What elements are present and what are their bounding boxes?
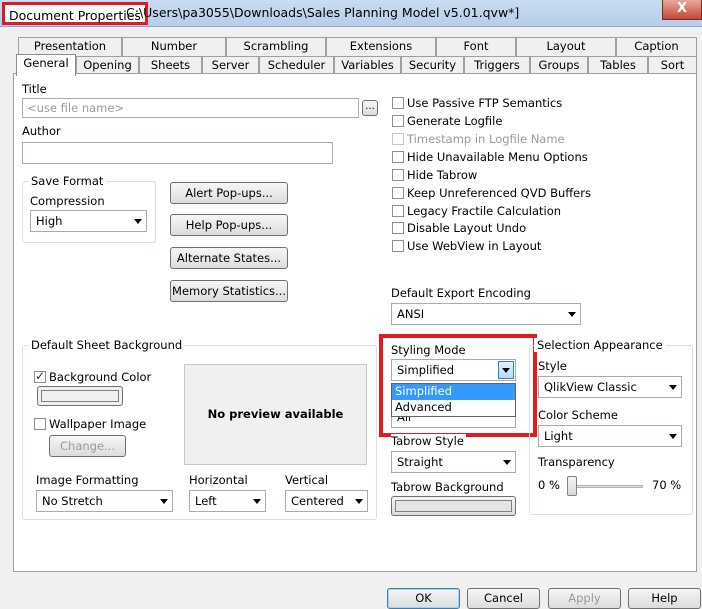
passive-ftp-checkbox[interactable]: [392, 97, 404, 109]
title-browse-button[interactable]: ...: [362, 100, 378, 116]
chevron-down-icon: [355, 499, 363, 504]
tab-caption[interactable]: Caption: [616, 37, 697, 56]
highlight-box: [379, 334, 537, 437]
color-scheme-label: Color Scheme: [538, 408, 618, 422]
use-webview-label: Use WebView in Layout: [407, 239, 542, 253]
chevron-down-icon: [669, 385, 677, 390]
wallpaper-label: Wallpaper Image: [49, 417, 147, 431]
vertical-select[interactable]: Centered: [285, 490, 368, 512]
transparency-min-label: 0 %: [538, 478, 560, 492]
tabrow-style-label: Tabrow Style: [391, 434, 466, 448]
export-encoding-select[interactable]: ANSI: [391, 303, 581, 325]
author-input[interactable]: [22, 142, 333, 164]
chevron-down-icon: [134, 219, 142, 224]
background-color-checkbox[interactable]: [34, 369, 46, 383]
change-button: Change...: [49, 435, 126, 457]
tabrow-style-select[interactable]: Straight: [391, 451, 516, 473]
color-swatch-fill: [41, 390, 119, 402]
selection-style-select[interactable]: QlikView Classic: [538, 376, 682, 398]
export-encoding-value: ANSI: [397, 307, 425, 321]
legacy-fractile-checkbox[interactable]: [392, 205, 404, 217]
transparency-track: [568, 485, 643, 488]
tab-font[interactable]: Font: [436, 37, 516, 56]
chevron-down-icon: [503, 460, 511, 465]
wallpaper-checkbox[interactable]: [34, 418, 46, 430]
selection-style-value: QlikView Classic: [544, 380, 637, 394]
close-icon: X: [676, 1, 688, 16]
tabrow-background-label: Tabrow Background: [391, 480, 504, 494]
hide-unavailable-menu-label: Hide Unavailable Menu Options: [407, 150, 588, 164]
export-encoding-label: Default Export Encoding: [391, 286, 531, 300]
use-webview-checkbox[interactable]: [392, 240, 404, 252]
tab-layout[interactable]: Layout: [516, 37, 616, 56]
apply-button: Apply: [548, 588, 621, 609]
selection-appearance-label: Selection Appearance: [534, 338, 666, 352]
compression-label: Compression: [30, 194, 105, 208]
horizontal-select[interactable]: Left: [189, 490, 266, 512]
help-popups-button[interactable]: Help Pop-ups...: [170, 214, 288, 236]
vertical-value: Centered: [291, 494, 344, 508]
transparency-label: Transparency: [538, 455, 615, 469]
transparency-slider-thumb[interactable]: [567, 476, 577, 496]
transparency-max-label: 70 %: [652, 478, 682, 492]
image-formatting-value: No Stretch: [42, 494, 103, 508]
image-formatting-select[interactable]: No Stretch: [36, 490, 173, 512]
tab-general[interactable]: General: [16, 54, 76, 76]
memory-statistics-button[interactable]: Memory Statistics...: [170, 280, 288, 302]
color-scheme-select[interactable]: Light: [538, 425, 682, 447]
tab-number[interactable]: Number: [122, 37, 226, 56]
passive-ftp-label: Use Passive FTP Semantics: [407, 96, 563, 110]
vertical-label: Vertical: [285, 473, 329, 487]
hide-tabrow-label: Hide Tabrow: [407, 168, 478, 182]
generate-logfile-checkbox[interactable]: [392, 115, 404, 127]
author-label: Author: [22, 124, 61, 138]
alternate-states-button[interactable]: Alternate States...: [170, 247, 288, 269]
compression-select[interactable]: High: [30, 210, 147, 232]
alert-popups-button[interactable]: Alert Pop-ups...: [170, 182, 288, 204]
color-scheme-value: Light: [544, 429, 573, 443]
background-color-swatch[interactable]: [37, 386, 123, 406]
generate-logfile-label: Generate Logfile: [407, 114, 503, 128]
keep-qvd-buffers-checkbox[interactable]: [392, 187, 404, 199]
chevron-down-icon: [253, 499, 261, 504]
tabrow-swatch-fill: [395, 500, 512, 512]
help-button[interactable]: Help: [628, 588, 701, 609]
tab-extensions[interactable]: Extensions: [326, 37, 436, 56]
title-label: Title: [22, 82, 47, 96]
style-label: Style: [538, 359, 567, 373]
chevron-down-icon: [160, 499, 168, 504]
tab-scrambling[interactable]: Scrambling: [226, 37, 326, 56]
compression-value: High: [36, 214, 63, 228]
sheet-background-label: Default Sheet Background: [28, 338, 186, 352]
preview-box: No preview available: [184, 364, 367, 465]
window-title-path: C:\Users\pa3055\Downloads\Sales Planning…: [126, 5, 520, 20]
chevron-down-icon: [568, 312, 576, 317]
horizontal-label: Horizontal: [189, 473, 248, 487]
ok-button[interactable]: OK: [387, 588, 460, 609]
keep-qvd-buffers-label: Keep Unreferenced QVD Buffers: [407, 186, 591, 200]
legacy-fractile-label: Legacy Fractile Calculation: [407, 204, 562, 218]
hide-unavailable-menu-checkbox[interactable]: [392, 151, 404, 163]
close-button[interactable]: X: [662, 0, 702, 20]
chevron-down-icon: [669, 434, 677, 439]
title-input[interactable]: <use file name>: [22, 98, 359, 118]
horizontal-value: Left: [195, 494, 217, 508]
disable-layout-undo-label: Disable Layout Undo: [407, 221, 527, 235]
timestamp-logfile-label: Timestamp in Logfile Name: [407, 132, 565, 146]
tabrow-background-swatch[interactable]: [391, 496, 516, 516]
tabrow-style-value: Straight: [397, 455, 443, 469]
hide-tabrow-checkbox[interactable]: [392, 169, 404, 181]
disable-layout-undo-checkbox[interactable]: [392, 222, 404, 234]
background-color-label: Background Color: [49, 370, 152, 384]
timestamp-logfile-checkbox: [392, 133, 404, 145]
image-formatting-label: Image Formatting: [36, 473, 139, 487]
cancel-button[interactable]: Cancel: [467, 588, 540, 609]
save-format-label: Save Format: [28, 174, 107, 188]
